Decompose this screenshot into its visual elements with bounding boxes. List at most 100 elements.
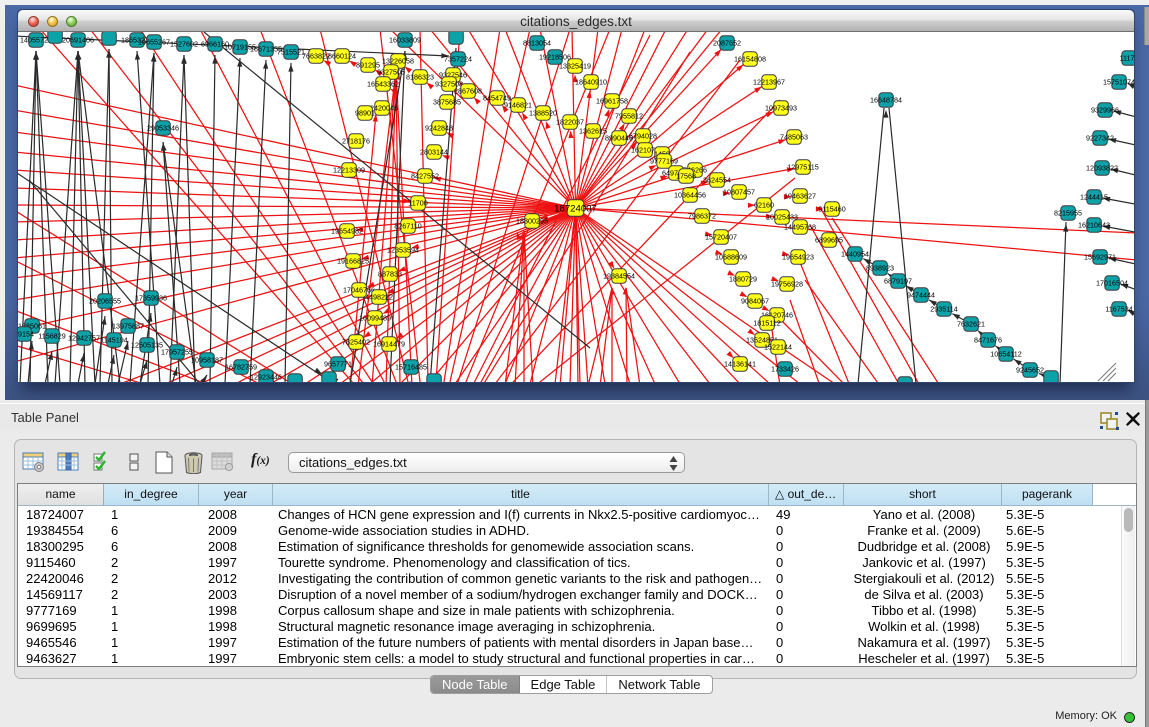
svg-text:98901: 98901 bbox=[355, 109, 375, 118]
svg-text:12923446: 12923446 bbox=[250, 373, 282, 382]
svg-text:8267110: 8267110 bbox=[394, 222, 421, 231]
svg-text:62160: 62160 bbox=[754, 201, 774, 210]
svg-text:16210643: 16210643 bbox=[1078, 221, 1110, 230]
svg-text:9084067: 9084067 bbox=[741, 297, 769, 306]
svg-text:7485063: 7485063 bbox=[780, 133, 808, 142]
svg-text:7663822: 7663822 bbox=[302, 52, 330, 61]
svg-text:9329966: 9329966 bbox=[1091, 106, 1119, 115]
svg-text:2718176: 2718176 bbox=[342, 137, 370, 146]
svg-text:4498222: 4498222 bbox=[365, 293, 393, 302]
svg-text:39154: 39154 bbox=[18, 330, 34, 339]
svg-text:1362615: 1362615 bbox=[579, 127, 607, 136]
svg-text:3624554: 3624554 bbox=[703, 176, 731, 185]
svg-text:20691406: 20691406 bbox=[62, 36, 94, 45]
svg-text:10958187: 10958187 bbox=[191, 356, 223, 365]
svg-text:19166825: 19166825 bbox=[337, 257, 369, 266]
svg-text:19463627: 19463627 bbox=[784, 192, 816, 201]
svg-text:7986372: 7986372 bbox=[688, 212, 716, 221]
svg-text:18300295: 18300295 bbox=[516, 217, 548, 226]
svg-text:12213967: 12213967 bbox=[753, 78, 785, 87]
svg-text:1145194: 1145194 bbox=[100, 336, 127, 345]
svg-text:2935114: 2935114 bbox=[930, 305, 957, 314]
svg-text:29053346: 29053346 bbox=[147, 124, 179, 133]
svg-text:2803144: 2803144 bbox=[420, 148, 448, 157]
svg-text:8660124: 8660124 bbox=[328, 52, 356, 61]
svg-text:1167534: 1167534 bbox=[1105, 305, 1132, 314]
svg-text:9146821: 9146821 bbox=[504, 101, 532, 110]
svg-text:16033809: 16033809 bbox=[389, 36, 421, 45]
svg-text:9657771: 9657771 bbox=[324, 360, 352, 369]
svg-text:1244415: 1244415 bbox=[1080, 193, 1108, 202]
svg-text:18724007: 18724007 bbox=[554, 203, 597, 214]
svg-text:13226058: 13226058 bbox=[382, 57, 414, 66]
svg-text:6794028: 6794028 bbox=[629, 132, 657, 141]
svg-text:13975887: 13975887 bbox=[112, 322, 144, 331]
svg-text:1388520: 1388520 bbox=[529, 109, 557, 118]
svg-text:887833: 887833 bbox=[378, 270, 402, 279]
svg-text:10654112: 10654112 bbox=[990, 350, 1021, 359]
svg-text:13325419: 13325419 bbox=[559, 62, 591, 71]
svg-text:10025433: 10025433 bbox=[766, 213, 798, 222]
svg-text:9242848: 9242848 bbox=[425, 124, 453, 133]
svg-text:11173: 11173 bbox=[1120, 54, 1134, 63]
svg-text:8215955: 8215955 bbox=[1054, 209, 1082, 218]
svg-text:12505135: 12505135 bbox=[131, 341, 163, 350]
svg-text:19218506: 19218506 bbox=[539, 53, 571, 62]
svg-text:10364456: 10364456 bbox=[674, 191, 706, 200]
svg-text:7515521: 7515521 bbox=[277, 48, 305, 57]
svg-text:10807457: 10807457 bbox=[723, 188, 755, 197]
svg-text:14495768: 14495768 bbox=[784, 223, 816, 232]
svg-text:1156829: 1156829 bbox=[38, 332, 65, 341]
svg-text:8427552: 8427552 bbox=[411, 172, 439, 181]
svg-text:9245652: 9245652 bbox=[1016, 366, 1044, 375]
svg-text:2867608: 2867608 bbox=[454, 87, 482, 96]
svg-text:11700: 11700 bbox=[408, 199, 427, 208]
svg-text:6879197: 6879197 bbox=[884, 277, 912, 286]
svg-text:1527602: 1527602 bbox=[170, 40, 198, 49]
svg-text:8813054: 8813054 bbox=[523, 39, 551, 48]
svg-text:2087652: 2087652 bbox=[713, 39, 741, 48]
svg-text:15720407: 15720407 bbox=[705, 233, 737, 242]
svg-text:16914479: 16914479 bbox=[373, 340, 405, 349]
svg-text:16782759: 16782759 bbox=[225, 363, 257, 372]
svg-text:16154808: 16154808 bbox=[734, 55, 766, 64]
svg-text:12353594: 12353594 bbox=[387, 246, 419, 255]
svg-text:14136141: 14136141 bbox=[724, 360, 756, 369]
svg-text:10973493: 10973493 bbox=[765, 104, 797, 113]
svg-text:12942757: 12942757 bbox=[68, 334, 100, 343]
svg-text:1822037: 1822037 bbox=[556, 118, 584, 127]
svg-text:6899695: 6899695 bbox=[815, 236, 843, 245]
svg-text:20206555: 20206555 bbox=[89, 297, 121, 306]
svg-text:9474444: 9474444 bbox=[907, 291, 935, 300]
svg-text:1880729: 1880729 bbox=[729, 275, 757, 284]
svg-text:7357224: 7357224 bbox=[444, 55, 472, 64]
svg-text:9327505: 9327505 bbox=[377, 68, 405, 77]
svg-text:17359936: 17359936 bbox=[135, 294, 167, 303]
svg-text:1733426: 1733426 bbox=[771, 365, 799, 374]
svg-text:12093822: 12093822 bbox=[1086, 164, 1118, 173]
svg-text:3875685: 3875685 bbox=[433, 98, 461, 107]
svg-text:8938923: 8938923 bbox=[866, 264, 894, 273]
svg-text:8471676: 8471676 bbox=[974, 336, 1002, 345]
svg-text:7625402: 7625402 bbox=[342, 338, 370, 347]
svg-text:10655267: 10655267 bbox=[138, 38, 170, 47]
svg-text:1440954: 1440954 bbox=[841, 250, 869, 259]
svg-text:17016504: 17016504 bbox=[1096, 279, 1128, 288]
svg-text:18640910: 18640910 bbox=[575, 78, 607, 87]
svg-text:16099489: 16099489 bbox=[359, 314, 391, 323]
svg-text:12213309: 12213309 bbox=[333, 166, 365, 175]
svg-text:15716485: 15716485 bbox=[395, 363, 427, 372]
svg-text:7632621: 7632621 bbox=[957, 320, 985, 329]
svg-text:12975115: 12975115 bbox=[787, 163, 818, 172]
svg-text:1522144: 1522144 bbox=[764, 343, 792, 352]
svg-text:16543362: 16543362 bbox=[367, 80, 399, 89]
svg-text:9777169: 9777169 bbox=[650, 157, 678, 166]
svg-text:19384554: 19384554 bbox=[603, 272, 635, 281]
svg-text:19756928: 19756928 bbox=[771, 280, 803, 289]
svg-text:17957255: 17957255 bbox=[161, 348, 193, 357]
svg-text:10688609: 10688609 bbox=[715, 253, 747, 262]
svg-text:16648784: 16648784 bbox=[870, 96, 902, 105]
svg-text:14055724: 14055724 bbox=[20, 36, 52, 45]
svg-text:19654923: 19654923 bbox=[782, 253, 814, 262]
svg-text:17568: 17568 bbox=[676, 172, 696, 181]
